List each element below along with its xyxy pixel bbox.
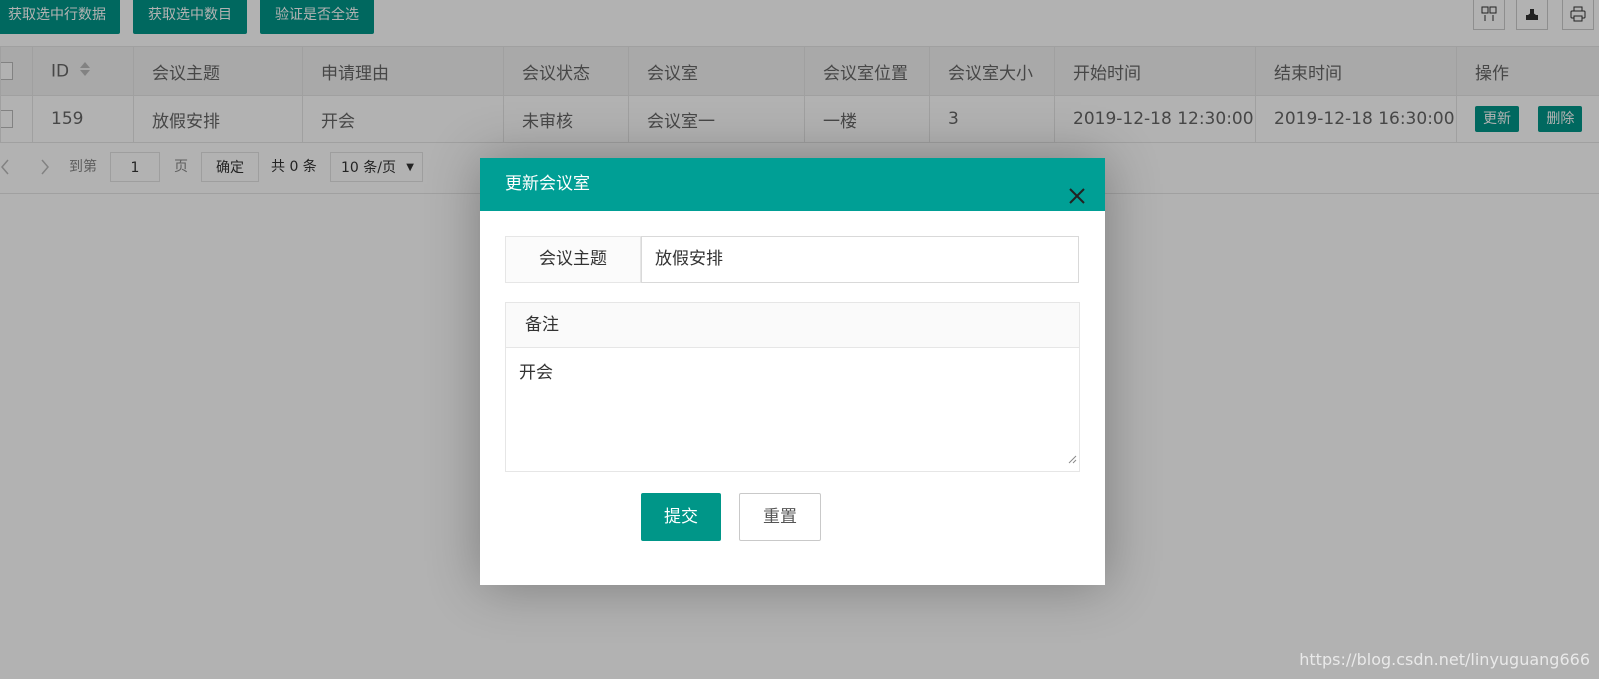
- watermark: https://blog.csdn.net/linyuguang666: [1299, 650, 1590, 669]
- topic-label: 会议主题: [505, 236, 641, 283]
- remark-textarea[interactable]: 开会: [505, 347, 1080, 472]
- submit-button[interactable]: 提交: [641, 493, 721, 541]
- resize-handle-icon[interactable]: [1067, 449, 1077, 469]
- dialog-header: 更新会议室: [480, 158, 1105, 211]
- remark-text: 开会: [519, 363, 553, 383]
- update-room-dialog: 更新会议室 会议主题 放假安排 备注 开会 提交 重置: [480, 158, 1105, 585]
- dialog-title: 更新会议室: [505, 174, 590, 194]
- close-icon[interactable]: [1067, 175, 1087, 204]
- reset-button[interactable]: 重置: [739, 493, 821, 541]
- remark-label: 备注: [505, 302, 1080, 348]
- topic-input[interactable]: 放假安排: [641, 236, 1079, 283]
